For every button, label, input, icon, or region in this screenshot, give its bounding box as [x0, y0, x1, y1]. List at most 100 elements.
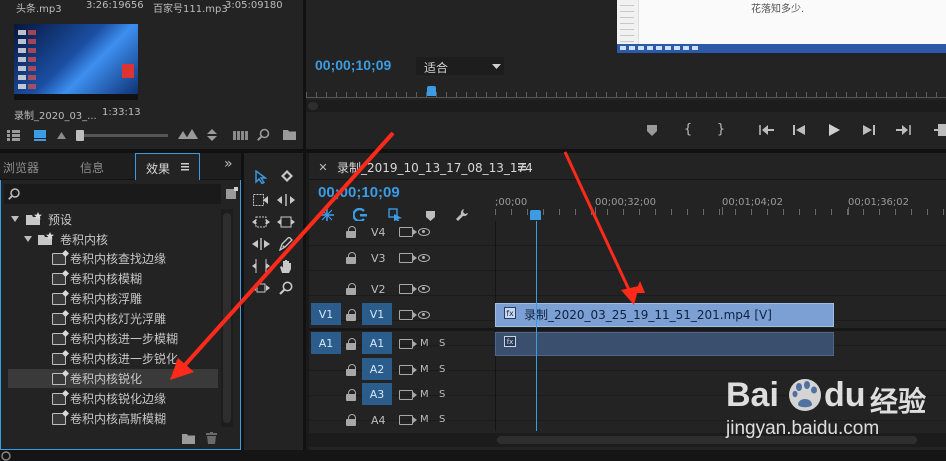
source-patch-a1[interactable]: A1	[311, 332, 341, 354]
toggle-sync-lock-icon[interactable]	[399, 227, 417, 237]
trash-icon[interactable]	[204, 431, 218, 445]
toggle-sync-lock-icon[interactable]	[399, 390, 417, 400]
tree-preset-item[interactable]: 卷积内核查找边缘	[8, 249, 218, 268]
tree-preset-item-selected[interactable]: 卷积内核锐化	[8, 369, 218, 388]
mute-button[interactable]: M	[420, 364, 429, 375]
more-panels-icon[interactable]: »	[224, 156, 233, 172]
tab-info[interactable]: 信息	[80, 159, 104, 176]
rate-stretch-alt-icon[interactable]	[277, 213, 295, 231]
mark-out-icon[interactable]: }	[715, 122, 727, 137]
track-target-a3[interactable]: A3	[362, 383, 392, 405]
effects-scrollbar[interactable]	[221, 209, 233, 427]
track-lock-icon[interactable]	[346, 283, 356, 295]
tab-effects[interactable]: 效果	[135, 153, 200, 180]
slip-tool-icon[interactable]	[252, 257, 270, 275]
tree-folder-presets[interactable]: 预设	[8, 209, 218, 228]
razor-tool-icon[interactable]	[252, 235, 270, 253]
panel-menu-icon[interactable]	[180, 162, 190, 172]
search-icon[interactable]	[256, 127, 270, 141]
program-timecode[interactable]: 00;00;10;09	[315, 57, 391, 73]
tree-preset-item[interactable]: 卷积内核浮雕	[8, 289, 218, 308]
list-view-icon[interactable]	[6, 129, 20, 141]
automate-icon[interactable]	[232, 129, 248, 141]
close-icon[interactable]: ✕	[317, 161, 329, 174]
clip-name[interactable]: 头条.mp3	[16, 0, 62, 15]
new-custom-bin-icon[interactable]	[225, 186, 239, 200]
solo-button[interactable]: S	[439, 364, 445, 375]
hand-tool-icon[interactable]	[277, 257, 295, 275]
track-target-a1[interactable]: A1	[362, 332, 392, 354]
go-to-in-icon[interactable]	[758, 124, 774, 136]
icon-view-icon[interactable]	[33, 129, 47, 141]
step-back-icon[interactable]	[792, 124, 806, 136]
tree-preset-item[interactable]: 卷积内核高斯模糊	[8, 409, 218, 428]
solo-button[interactable]: S	[439, 414, 445, 425]
effects-search-input[interactable]	[24, 186, 214, 202]
disclosure-triangle-icon[interactable]	[10, 214, 20, 224]
wrench-icon[interactable]	[455, 208, 469, 222]
track-target-v1[interactable]: V1	[362, 303, 392, 325]
snap-icon[interactable]	[320, 208, 334, 222]
tree-preset-item[interactable]: 卷积内核进一步锐化	[8, 349, 218, 368]
track-lock-icon[interactable]	[346, 389, 356, 401]
toggle-sync-lock-icon[interactable]	[399, 253, 417, 263]
zoom-tool-icon[interactable]	[277, 279, 295, 297]
tree-folder-convolution[interactable]: 卷积内核	[8, 229, 218, 248]
tree-preset-item[interactable]: 卷积内核锐化边缘	[8, 389, 218, 408]
playhead-marker[interactable]	[427, 86, 436, 96]
track-lock-icon[interactable]	[346, 414, 356, 426]
tree-preset-item[interactable]: 卷积内核进一步模糊	[8, 329, 218, 348]
ripple-edit-tool-icon[interactable]	[252, 191, 270, 209]
rate-stretch-tool-icon[interactable]	[252, 213, 270, 231]
toggle-sync-lock-icon[interactable]	[399, 284, 417, 294]
panel-menu-icon[interactable]	[517, 162, 527, 172]
track-lock-icon[interactable]	[346, 252, 356, 264]
toggle-output-eye-icon[interactable]	[418, 254, 430, 262]
track-lock-icon[interactable]	[346, 338, 356, 350]
clip-name[interactable]: 录制_2020_03_...	[14, 107, 97, 122]
tree-preset-item[interactable]: 卷积内核灯光浮雕	[8, 309, 218, 328]
linked-selection-icon[interactable]	[353, 208, 367, 222]
tab-browser[interactable]: 浏览器	[3, 159, 39, 176]
pen-tool-icon[interactable]	[277, 235, 295, 253]
status-icon[interactable]	[0, 451, 12, 461]
track-lock-icon[interactable]	[346, 226, 356, 238]
mute-button[interactable]: M	[420, 414, 429, 425]
track-select-tool-icon[interactable]	[277, 168, 295, 186]
zoom-small-icon[interactable]	[56, 131, 66, 139]
playhead-handle[interactable]	[530, 210, 541, 220]
mark-in-icon[interactable]: {	[682, 122, 694, 137]
source-patch-v1[interactable]: V1	[311, 303, 341, 325]
zoom-slider[interactable]	[76, 130, 168, 141]
toggle-output-eye-icon[interactable]	[418, 311, 430, 319]
mute-button[interactable]: M	[420, 338, 429, 349]
video-clip[interactable]: fx 录制_2020_03_25_19_11_51_201.mp4 [V]	[495, 303, 834, 327]
program-scrollbar[interactable]	[306, 100, 946, 112]
solo-button[interactable]: S	[439, 389, 445, 400]
step-forward-icon[interactable]	[862, 124, 876, 136]
add-marker-icon[interactable]	[646, 124, 658, 136]
toggle-sync-lock-icon[interactable]	[399, 310, 417, 320]
new-folder-icon[interactable]	[181, 432, 195, 444]
mute-button[interactable]: M	[420, 389, 429, 400]
timeline-ruler[interactable]: ;00;00 00;00;32;00 00;01;04;02 00;01;36;…	[495, 193, 946, 224]
add-marker-icon[interactable]	[388, 208, 402, 222]
new-bin-icon[interactable]	[282, 128, 296, 140]
program-time-ruler[interactable]	[306, 84, 946, 98]
sort-icon[interactable]	[206, 128, 218, 142]
track-lock-icon[interactable]	[346, 309, 356, 321]
fit-dropdown[interactable]: 适合	[416, 57, 504, 75]
disclosure-triangle-icon[interactable]	[23, 234, 33, 244]
tree-preset-item[interactable]: 卷积内核模糊	[8, 269, 218, 288]
toggle-sync-lock-icon[interactable]	[399, 339, 417, 349]
clip-name[interactable]: 百家号111.mp3	[153, 0, 228, 15]
play-icon[interactable]	[827, 123, 841, 137]
toggle-sync-lock-icon[interactable]	[399, 415, 417, 425]
track-lock-icon[interactable]	[346, 364, 356, 376]
sequence-tab-title[interactable]: 录制_2019_10_13_17_08_13_174	[337, 159, 533, 176]
track-target-a2[interactable]: A2	[362, 358, 392, 380]
effects-search-field[interactable]	[4, 184, 221, 204]
go-to-out-icon[interactable]	[895, 124, 911, 136]
program-video-frame[interactable]: 花落知多少.	[617, 0, 946, 53]
toggle-output-eye-icon[interactable]	[418, 228, 430, 236]
